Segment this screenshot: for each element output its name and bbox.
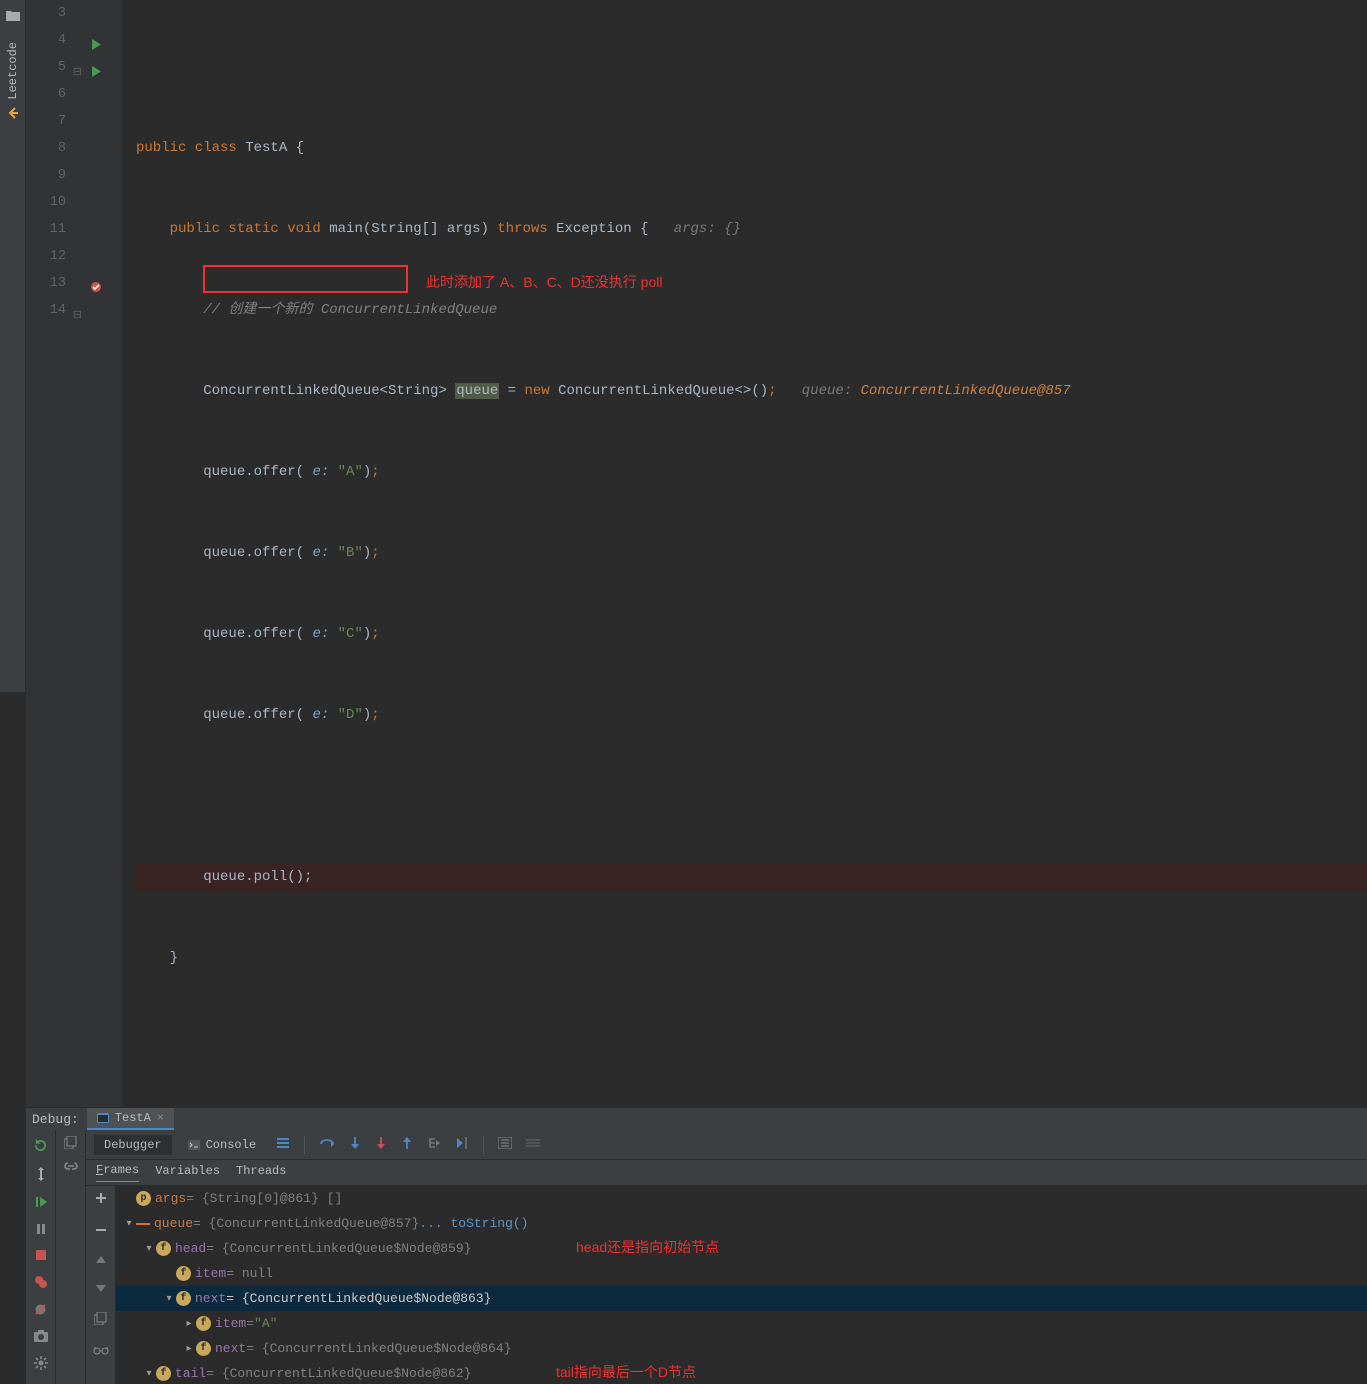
- close-icon[interactable]: ×: [157, 1111, 164, 1125]
- add-watch-icon[interactable]: [95, 1192, 107, 1204]
- var-hn-next[interactable]: ▸fnext = {ConcurrentLinkedQueue$Node@864…: [116, 1336, 1367, 1361]
- chevron-right-icon[interactable]: ▸: [182, 1343, 196, 1355]
- var-head[interactable]: ▾fhead = {ConcurrentLinkedQueue$Node@859…: [116, 1236, 1367, 1261]
- tool-window-rail: Leetcode: [0, 0, 26, 692]
- field-badge-icon: f: [176, 1266, 191, 1281]
- copy-icon[interactable]: [94, 1312, 107, 1325]
- run-to-cursor-icon[interactable]: [451, 1132, 473, 1158]
- leetcode-icon[interactable]: [6, 106, 20, 120]
- rerun-icon[interactable]: [33, 1138, 48, 1153]
- threads-icon[interactable]: [272, 1133, 294, 1157]
- application-icon: [97, 1112, 109, 1124]
- debug-session-tab[interactable]: TestA ×: [87, 1108, 174, 1130]
- breakpoint-icon[interactable]: [90, 277, 102, 304]
- gutter: 3 4 5⊟ 6 7 8 9 10 11 12 13 14⊟: [26, 0, 122, 1107]
- trace-icon[interactable]: [522, 1133, 544, 1157]
- annotation-head: head还是指向初始节点: [576, 1237, 719, 1257]
- drop-frame-icon[interactable]: [423, 1133, 445, 1157]
- down-icon[interactable]: [96, 1284, 106, 1292]
- frames-tab[interactable]: Frames: [96, 1163, 139, 1182]
- step-into-icon[interactable]: [345, 1132, 365, 1158]
- step-out-icon[interactable]: [397, 1132, 417, 1158]
- evaluate-icon[interactable]: [494, 1133, 516, 1157]
- pause-icon[interactable]: [35, 1223, 47, 1235]
- link-icon[interactable]: [63, 1161, 79, 1171]
- annotation-tail: tail指向最后一个D节点: [556, 1362, 696, 1382]
- camera-icon[interactable]: [34, 1330, 48, 1342]
- debug-label: Debug:: [32, 1112, 79, 1127]
- run-gutter-icon[interactable]: [91, 61, 102, 88]
- field-badge-icon: f: [156, 1366, 171, 1381]
- settings-icon[interactable]: [34, 1356, 48, 1370]
- annotation-text: 此时添加了 A、B、C、D还没执行 poll: [426, 269, 662, 296]
- fold-icon[interactable]: ⊟: [73, 60, 82, 87]
- debug-rail-2: [56, 1130, 86, 1384]
- console-icon: [188, 1140, 200, 1150]
- folder-icon[interactable]: [6, 10, 20, 22]
- code-editor[interactable]: 3 4 5⊟ 6 7 8 9 10 11 12 13 14⊟ public cl…: [26, 0, 1367, 1107]
- field-badge-icon: f: [176, 1291, 191, 1306]
- chevron-down-icon[interactable]: ▾: [122, 1218, 136, 1230]
- glasses-icon[interactable]: [93, 1345, 109, 1355]
- step-over-icon[interactable]: [315, 1132, 339, 1158]
- resume-icon[interactable]: [34, 1195, 48, 1209]
- var-hn-item[interactable]: ▸fitem = "A": [116, 1311, 1367, 1336]
- remove-watch-icon[interactable]: [95, 1224, 107, 1236]
- var-head-item[interactable]: fitem = null: [116, 1261, 1367, 1286]
- console-tab[interactable]: Console: [178, 1135, 266, 1155]
- force-step-into-icon[interactable]: [371, 1132, 391, 1158]
- variables-tree[interactable]: pargs = {String[0]@861} [] ▾queue = {Con…: [116, 1186, 1367, 1384]
- variables-tab[interactable]: Variables: [155, 1164, 220, 1182]
- object-badge-icon: [136, 1223, 150, 1225]
- chevron-down-icon[interactable]: ▾: [142, 1368, 156, 1380]
- leetcode-tab[interactable]: Leetcode: [6, 42, 20, 100]
- field-badge-icon: f: [156, 1241, 171, 1256]
- code-area[interactable]: public class TestA { public static void …: [122, 0, 1367, 1107]
- field-badge-icon: f: [196, 1341, 211, 1356]
- var-tail[interactable]: ▾ftail = {ConcurrentLinkedQueue$Node@862…: [116, 1361, 1367, 1384]
- run-gutter-icon[interactable]: [91, 34, 102, 61]
- breakpoints-icon[interactable]: [34, 1275, 48, 1289]
- mute-breakpoints-icon[interactable]: [34, 1303, 47, 1316]
- debug-tool-window-header: Debug: TestA ×: [26, 1107, 1367, 1130]
- tostring-link[interactable]: ... toString(): [419, 1216, 528, 1231]
- var-queue[interactable]: ▾queue = {ConcurrentLinkedQueue@857} ...…: [116, 1211, 1367, 1236]
- up-icon[interactable]: [96, 1256, 106, 1264]
- annotation-box: [203, 265, 408, 293]
- debugger-tab[interactable]: Debugger: [94, 1135, 172, 1155]
- copy-icon[interactable]: [64, 1136, 77, 1149]
- threads-tab[interactable]: Threads: [236, 1164, 286, 1182]
- fold-icon[interactable]: ⊟: [73, 303, 82, 330]
- vars-gutter: [86, 1186, 116, 1384]
- chevron-down-icon[interactable]: ▾: [142, 1243, 156, 1255]
- debug-subtabs: Frames Variables Threads: [86, 1160, 1367, 1186]
- param-badge-icon: p: [136, 1191, 151, 1206]
- field-badge-icon: f: [196, 1316, 211, 1331]
- var-head-next[interactable]: ▾fnext = {ConcurrentLinkedQueue$Node@863…: [116, 1286, 1367, 1311]
- update-icon[interactable]: [34, 1167, 48, 1181]
- var-args[interactable]: pargs = {String[0]@861} []: [116, 1186, 1367, 1211]
- debug-toolbar: Debugger Console: [86, 1130, 1367, 1160]
- chevron-down-icon[interactable]: ▾: [162, 1293, 176, 1305]
- stop-icon[interactable]: [35, 1249, 47, 1261]
- debug-rail-left: [26, 1130, 56, 1384]
- chevron-right-icon[interactable]: ▸: [182, 1318, 196, 1330]
